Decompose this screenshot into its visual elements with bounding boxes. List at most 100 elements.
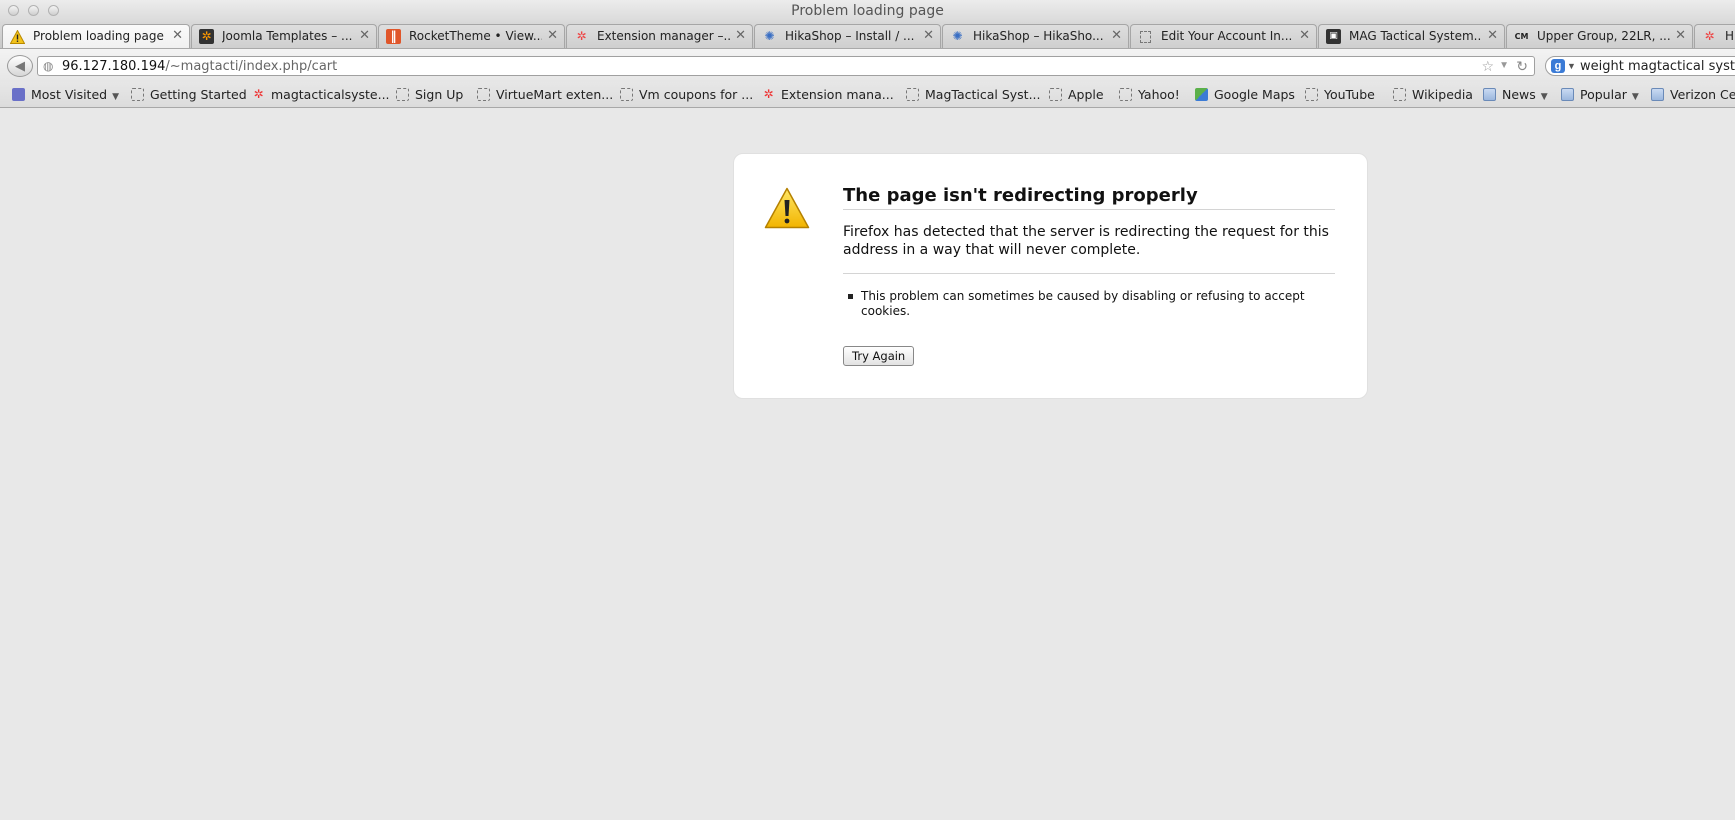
tab-label: Hik — [1725, 29, 1735, 43]
bookmark-folder-verizon[interactable]: Verizon Cen — [1651, 86, 1735, 104]
tab-close-icon[interactable]: ✕ — [1675, 25, 1686, 47]
search-input[interactable]: weight magtactical system — [1580, 59, 1735, 74]
blank-page-icon — [620, 88, 633, 101]
error-title: The page isn't redirecting properly — [843, 185, 1335, 210]
bookmark-label: Google Maps — [1214, 87, 1295, 102]
window-titlebar: Problem loading page — [0, 0, 1735, 22]
search-bar[interactable]: g ▼ weight magtactical system — [1545, 56, 1735, 76]
tab-problem-loading[interactable]: Problem loading page ✕ — [2, 24, 190, 48]
bookmark-magtacticalsystems[interactable]: ✲ magtacticalsyste... — [252, 86, 390, 104]
folder-icon — [1561, 88, 1574, 101]
bookmark-sign-up[interactable]: Sign Up — [396, 86, 463, 104]
url-bar[interactable]: ◍ 96.127.180.194/~magtacti/index.php/car… — [37, 56, 1535, 76]
blank-page-icon — [1119, 88, 1132, 101]
tab-close-icon[interactable]: ✕ — [923, 25, 934, 47]
most-visited-icon — [12, 88, 25, 101]
mag-tactical-icon: ▣ — [1326, 29, 1341, 44]
tab-strip: Problem loading page ✕ ✲ Joomla Template… — [0, 22, 1735, 49]
bookmark-label: Yahoo! — [1138, 87, 1180, 102]
tab-edit-account[interactable]: Edit Your Account In... ✕ — [1130, 24, 1317, 48]
bookmark-apple[interactable]: Apple — [1049, 86, 1104, 104]
cmmg-icon: CM — [1514, 32, 1529, 41]
tab-close-icon[interactable]: ✕ — [172, 25, 183, 47]
bookmark-most-visited[interactable]: Most Visited ▼ — [12, 86, 119, 104]
bookmark-label: Extension mana... — [781, 87, 894, 102]
bookmarks-toolbar: Most Visited ▼ Getting Started ✲ magtactic… — [0, 82, 1735, 108]
error-page-container: The page isn't redirecting properly Fire… — [733, 153, 1368, 399]
tab-close-icon[interactable]: ✕ — [735, 25, 746, 47]
bookmark-folder-popular[interactable]: Popular ▼ — [1561, 86, 1639, 104]
tab-hikashop-install[interactable]: ✺ HikaShop – Install / ... ✕ — [754, 24, 941, 48]
bookmark-google-maps[interactable]: Google Maps — [1195, 86, 1295, 104]
google-search-icon[interactable]: g — [1551, 59, 1565, 73]
tab-close-icon[interactable]: ✕ — [547, 25, 558, 47]
tab-mag-tactical[interactable]: ▣ MAG Tactical System... ✕ — [1318, 24, 1505, 48]
blank-page-icon — [477, 88, 490, 101]
navigation-bar: ◀ ◍ 96.127.180.194/~magtacti/index.php/c… — [0, 49, 1735, 82]
bookmark-magtactical[interactable]: MagTactical Syst... — [906, 86, 1041, 104]
bookmark-extension-manager[interactable]: ✲ Extension mana... — [762, 86, 894, 104]
tab-close-icon[interactable]: ✕ — [359, 25, 370, 47]
tab-label: Upper Group, 22LR, ... — [1537, 29, 1670, 43]
tab-joomla-templates[interactable]: ✲ Joomla Templates – ... ✕ — [191, 24, 377, 48]
url-host: 96.127.180.194 — [62, 59, 166, 74]
url-path: /~magtacti/index.php/cart — [165, 59, 338, 74]
bookmark-getting-started[interactable]: Getting Started — [131, 86, 247, 104]
bookmark-label: Popular — [1580, 87, 1627, 102]
blank-page-icon — [906, 88, 919, 101]
back-button[interactable]: ◀ — [7, 55, 33, 77]
globe-icon: ◍ — [43, 59, 54, 73]
search-engine-dropdown-icon[interactable]: ▼ — [1567, 61, 1576, 71]
try-again-button[interactable]: Try Again — [843, 346, 915, 366]
hikashop-icon: ✺ — [764, 29, 775, 43]
history-dropdown-icon[interactable]: ▼ — [1499, 60, 1509, 71]
bookmark-vm-coupons[interactable]: Vm coupons for ... — [620, 86, 753, 104]
error-description: Firefox has detected that the server is … — [843, 223, 1335, 274]
tab-label: Problem loading page — [33, 29, 164, 43]
bookmark-label: Sign Up — [415, 87, 464, 102]
bookmark-label: Verizon Cen — [1670, 87, 1735, 102]
tab-hikashop[interactable]: ✺ HikaShop – HikaSho... ✕ — [942, 24, 1129, 48]
warning-icon — [10, 29, 25, 44]
bookmark-wikipedia[interactable]: Wikipedia — [1393, 86, 1473, 104]
bookmark-youtube[interactable]: YouTube — [1305, 86, 1375, 104]
bookmark-yahoo[interactable]: Yahoo! — [1119, 86, 1180, 104]
joomla-icon: ✲ — [253, 87, 264, 101]
chevron-down-icon: ▼ — [112, 92, 120, 102]
bookmark-label: Wikipedia — [1412, 87, 1473, 102]
tab-rockettheme[interactable]: ‖ RocketTheme • View... ✕ — [378, 24, 565, 48]
tab-extension-manager[interactable]: ✲ Extension manager –... ✕ — [566, 24, 753, 48]
reload-icon[interactable]: ↻ — [1516, 58, 1528, 75]
blank-page-icon — [1138, 29, 1153, 44]
tab-hikashop-overflow[interactable]: ✲ Hik — [1694, 24, 1735, 48]
bookmark-label: magtacticalsyste... — [271, 87, 390, 102]
blank-page-icon — [396, 88, 409, 101]
chevron-down-icon: ▼ — [1631, 92, 1639, 102]
tab-label: Edit Your Account In... — [1161, 29, 1293, 43]
blank-page-icon — [131, 88, 144, 101]
window-title: Problem loading page — [791, 3, 944, 19]
bookmark-star-icon[interactable]: ☆ — [1481, 58, 1494, 75]
bookmark-label: YouTube — [1324, 87, 1375, 102]
tab-label: HikaShop – HikaSho... — [973, 29, 1104, 43]
tab-close-icon[interactable]: ✕ — [1111, 25, 1122, 47]
bookmark-virtuemart[interactable]: VirtueMart exten... — [477, 86, 613, 104]
tab-label: MAG Tactical System... — [1349, 29, 1482, 43]
bookmark-label: Vm coupons for ... — [639, 87, 754, 102]
tab-label: Joomla Templates – ... — [222, 29, 353, 43]
error-suggestion-item: This problem can sometimes be caused by … — [843, 289, 1335, 319]
bookmark-label: Getting Started — [150, 87, 247, 102]
rockettheme-icon: ‖ — [386, 29, 401, 44]
tab-close-icon[interactable]: ✕ — [1299, 25, 1310, 47]
folder-icon — [1483, 88, 1496, 101]
folder-icon — [1651, 88, 1664, 101]
bookmark-folder-news[interactable]: News ▼ — [1483, 86, 1548, 104]
tab-upper-group[interactable]: CM Upper Group, 22LR, ... ✕ — [1506, 24, 1693, 48]
hikashop-icon: ✺ — [952, 29, 963, 43]
tab-label: HikaShop – Install / ... — [785, 29, 915, 43]
url-text: 96.127.180.194/~magtacti/index.php/cart — [62, 59, 337, 74]
blank-page-icon — [1305, 88, 1318, 101]
warning-icon — [764, 187, 810, 229]
tab-close-icon[interactable]: ✕ — [1487, 25, 1498, 47]
bookmark-label: VirtueMart exten... — [496, 87, 614, 102]
